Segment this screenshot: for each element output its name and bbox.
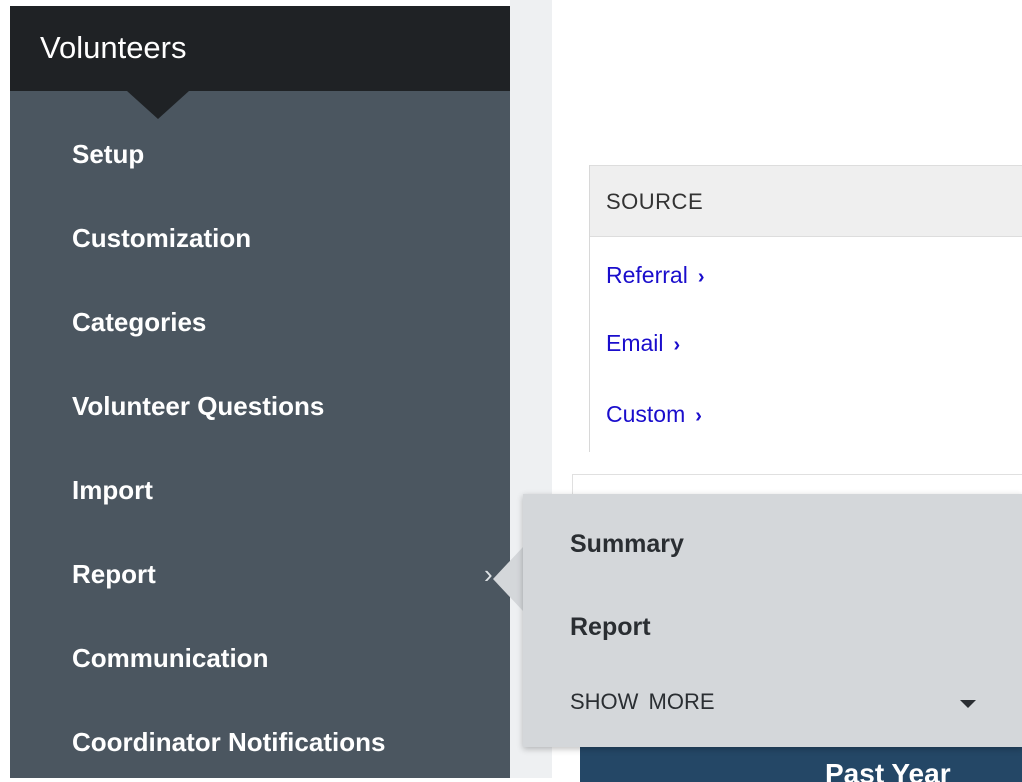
popover-arrow	[493, 547, 523, 611]
sidebar-title: Volunteers	[40, 30, 187, 65]
source-link-email[interactable]: Email ›	[606, 328, 680, 360]
sidebar-nav: Volunteers Setup Customization Categorie…	[10, 6, 510, 778]
sidebar-item-label: Communication	[72, 643, 269, 673]
sidebar-item-label: Setup	[72, 139, 145, 169]
sidebar-item-label: Coordinator Notifications	[72, 727, 386, 757]
source-link-referral[interactable]: Referral ›	[606, 260, 704, 292]
submenu-item-summary[interactable]: Summary	[523, 512, 1022, 572]
sidebar-item-coordinator-notifications[interactable]: Coordinator Notifications	[10, 712, 510, 772]
sidebar-item-import[interactable]: Import	[10, 460, 510, 520]
source-link-label: Email	[606, 330, 664, 356]
submenu-item-label: Summary	[570, 530, 684, 558]
sidebar-item-label: Report	[72, 559, 156, 589]
source-header-label: SOURCE	[606, 189, 704, 214]
header-pointer	[127, 91, 189, 119]
sidebar-item-volunteer-questions[interactable]: Volunteer Questions	[10, 376, 510, 436]
source-link-label: Custom	[606, 401, 686, 427]
source-link-label: Referral	[606, 262, 688, 288]
sidebar-item-label: Import	[72, 475, 153, 505]
source-panel: SOURCE Referral › Email › Custom ›	[589, 165, 1022, 452]
sidebar-item-label: Volunteer Questions	[72, 391, 325, 421]
show-more-toggle[interactable]: SHOW MORE	[523, 674, 1022, 730]
sidebar-item-communication[interactable]: Communication	[10, 628, 510, 688]
submenu-item-report[interactable]: Report	[523, 595, 1022, 655]
source-column-header: SOURCE	[590, 165, 1022, 237]
sidebar-item-categories[interactable]: Categories	[10, 292, 510, 352]
past-year-label: Past Year	[825, 758, 951, 782]
chevron-right-icon: ›	[697, 266, 705, 288]
sidebar-item-label: Customization	[72, 223, 252, 253]
report-submenu: Summary Report SHOW MORE	[523, 494, 1022, 747]
source-link-custom[interactable]: Custom ›	[606, 399, 702, 431]
sidebar-item-customization[interactable]: Customization	[10, 208, 510, 268]
show-more-label: SHOW MORE	[570, 689, 715, 714]
chevron-right-icon: ›	[673, 334, 681, 356]
sidebar-item-setup[interactable]: Setup	[10, 124, 510, 184]
caret-down-icon	[960, 700, 976, 708]
sidebar-item-report[interactable]: Report ›	[10, 544, 510, 604]
sidebar-header: Volunteers	[10, 6, 510, 91]
chevron-right-icon: ›	[695, 405, 702, 427]
chevron-right-icon: ›	[484, 559, 493, 589]
sidebar-item-label: Categories	[72, 307, 207, 337]
submenu-item-label: Report	[570, 613, 651, 641]
